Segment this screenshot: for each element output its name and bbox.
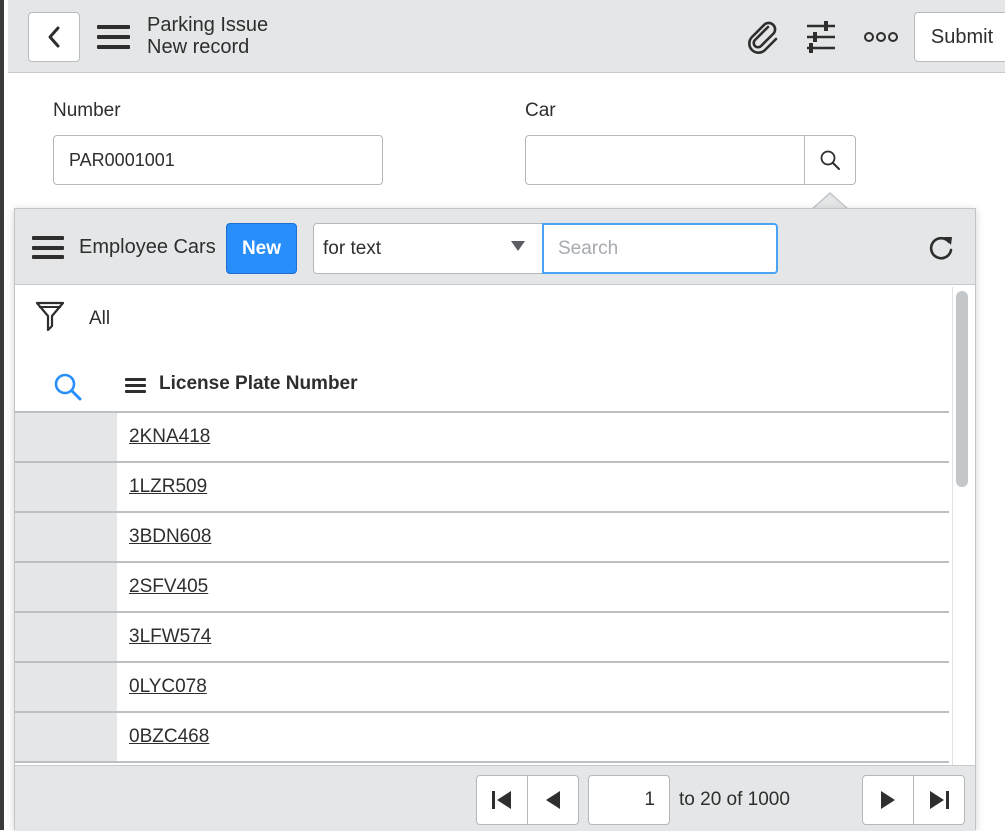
table-cell: 1LZR509 <box>117 463 949 511</box>
row-gutter <box>15 663 117 711</box>
table-cell: 0BZC468 <box>117 713 949 761</box>
row-gutter <box>15 513 117 561</box>
scrollbar-thumb[interactable] <box>956 291 968 487</box>
number-label: Number <box>53 100 121 121</box>
page-title: Parking Issue New record <box>147 14 268 58</box>
settings-sliders-icon[interactable] <box>804 19 838 55</box>
column-search-icon[interactable] <box>53 372 85 402</box>
row-gutter <box>15 563 117 611</box>
app-window: Parking Issue New record Submit Number P… <box>0 0 1005 831</box>
first-page-icon <box>492 791 511 809</box>
pagination-bar: 1 to 20 of 1000 <box>15 765 975 831</box>
lookup-toolbar: Employee Cars New for text <box>15 209 975 285</box>
license-plate-link[interactable]: 0LYC078 <box>129 676 207 698</box>
page-number-input[interactable]: 1 <box>588 775 670 825</box>
column-menu-icon[interactable] <box>125 378 146 393</box>
new-button[interactable]: New <box>226 223 297 274</box>
car-label: Car <box>525 100 556 121</box>
previous-page-icon <box>546 791 560 809</box>
form-header: Parking Issue New record Submit <box>8 0 1005 73</box>
car-lookup-button[interactable] <box>804 135 856 185</box>
table-row: 2SFV405 <box>15 563 949 613</box>
last-page-icon <box>930 791 949 809</box>
column-header-license-plate[interactable]: License Plate Number <box>159 373 358 395</box>
table-cell: 3LFW574 <box>117 613 949 661</box>
column-header-row: License Plate Number <box>15 356 949 413</box>
table-cell: 3BDN608 <box>117 513 949 561</box>
license-plate-link[interactable]: 2KNA418 <box>129 426 210 448</box>
paperclip-icon[interactable] <box>744 18 780 54</box>
search-field-select[interactable]: for text <box>313 223 543 274</box>
next-page-button[interactable] <box>862 775 914 825</box>
pagination-range: to 20 of 1000 <box>679 789 790 810</box>
table-row: 2KNA418 <box>15 413 949 463</box>
back-button[interactable] <box>28 12 80 62</box>
row-gutter <box>15 463 117 511</box>
table-cell: 0LYC078 <box>117 663 949 711</box>
lookup-title: Employee Cars <box>79 236 216 258</box>
table-cell: 2KNA418 <box>117 413 949 461</box>
license-plate-link[interactable]: 2SFV405 <box>129 576 208 598</box>
lookup-popup: Employee Cars New for text All <box>14 208 976 831</box>
license-plate-link[interactable]: 3BDN608 <box>129 526 211 548</box>
list-menu-icon[interactable] <box>32 236 64 259</box>
table-row: 0LYC078 <box>15 663 949 713</box>
car-field[interactable] <box>525 135 805 185</box>
results-list: 2KNA418 1LZR509 3BDN608 2SFV405 3LFW574 … <box>15 413 949 763</box>
table-row: 0BZC468 <box>15 713 949 763</box>
last-page-button[interactable] <box>913 775 965 825</box>
table-row: 3LFW574 <box>15 613 949 663</box>
filter-funnel-icon[interactable] <box>35 300 65 336</box>
scrollbar[interactable] <box>952 287 972 765</box>
license-plate-link[interactable]: 1LZR509 <box>129 476 207 498</box>
refresh-icon[interactable] <box>927 234 955 262</box>
first-page-button[interactable] <box>476 775 528 825</box>
row-gutter <box>15 413 117 461</box>
table-row: 3BDN608 <box>15 513 949 563</box>
row-gutter <box>15 613 117 661</box>
chevron-left-icon <box>48 26 60 48</box>
filter-all-link[interactable]: All <box>89 308 110 330</box>
form-subtitle: New record <box>147 36 250 58</box>
number-field[interactable]: PAR0001001 <box>53 135 383 185</box>
form-title: Parking Issue <box>147 14 269 36</box>
submit-button[interactable]: Submit <box>914 12 1005 62</box>
filter-breadcrumb: All <box>15 286 949 356</box>
more-options-icon[interactable] <box>864 31 898 43</box>
table-cell: 2SFV405 <box>117 563 949 611</box>
search-input[interactable] <box>542 223 778 274</box>
row-gutter <box>15 713 117 761</box>
menu-icon[interactable] <box>97 25 130 49</box>
license-plate-link[interactable]: 0BZC468 <box>129 726 209 748</box>
dropdown-arrow-icon[interactable] <box>511 241 525 251</box>
next-page-icon <box>881 791 895 809</box>
table-row: 1LZR509 <box>15 463 949 513</box>
license-plate-link[interactable]: 3LFW574 <box>129 626 211 648</box>
search-icon <box>820 150 840 170</box>
previous-page-button[interactable] <box>527 775 579 825</box>
